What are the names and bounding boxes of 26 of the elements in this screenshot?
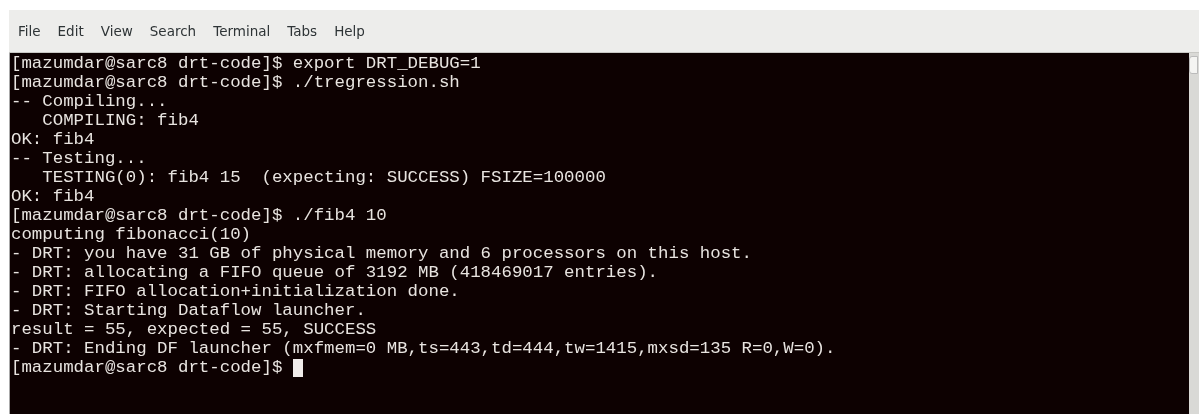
menu-item[interactable]: View [100,23,133,39]
terminal-line: COMPILING: fib4 [41,111,199,130]
terminal-line: -- Testing... [11,149,147,168]
terminal-line: - DRT: Ending DF launcher (mxfmem=0 MB,ts=443,td=444,tw=1415,mxsd=135 R=0,W=0). [11,339,836,358]
terminal-line: result = 55, expected = 55, SUCCESS [11,320,377,339]
menu-item[interactable]: File [18,23,41,39]
terminal-line: TESTING(0): fib4 15 (expecting: SUCCESS) FSIZE=100000 [41,168,606,187]
terminal-line: -- Compiling... [11,92,168,111]
terminal-line: [mazumdar@sarc8 drt-code]$ ./tregression.sh [11,73,460,92]
terminal-line: [mazumdar@sarc8 drt-code]$ ./fib4 10 [11,206,387,225]
menu-item[interactable]: Help [334,23,365,39]
terminal-line: [mazumdar@sarc8 drt-code]$ export DRT_DEBUG=1 [11,54,481,73]
terminal-line: OK: fib4 [11,130,95,149]
scroll-up-button[interactable] [1189,56,1198,74]
terminal-line: - DRT: FIFO allocation+initialization done. [11,282,460,301]
menu-item[interactable]: Edit [57,23,84,39]
terminal-line: - DRT: Starting Dataflow launcher. [11,301,366,320]
menu-item[interactable]: Search [149,23,197,39]
terminal-line: [mazumdar@sarc8 drt-code]$ [11,358,284,377]
menu-item[interactable]: Tabs [287,23,318,39]
terminal-line: OK: fib4 [11,187,95,206]
terminal-line: - DRT: allocating a FIFO queue of 3192 MB (418469017 entries). [11,263,659,282]
terminal-line: - DRT: you have 31 GB of physical memory and 6 processors on this host. [11,244,752,263]
scrollbar[interactable] [1189,53,1199,414]
terminal-line: computing fibonacci(10) [11,225,252,244]
menu-item[interactable]: Terminal [213,23,271,39]
